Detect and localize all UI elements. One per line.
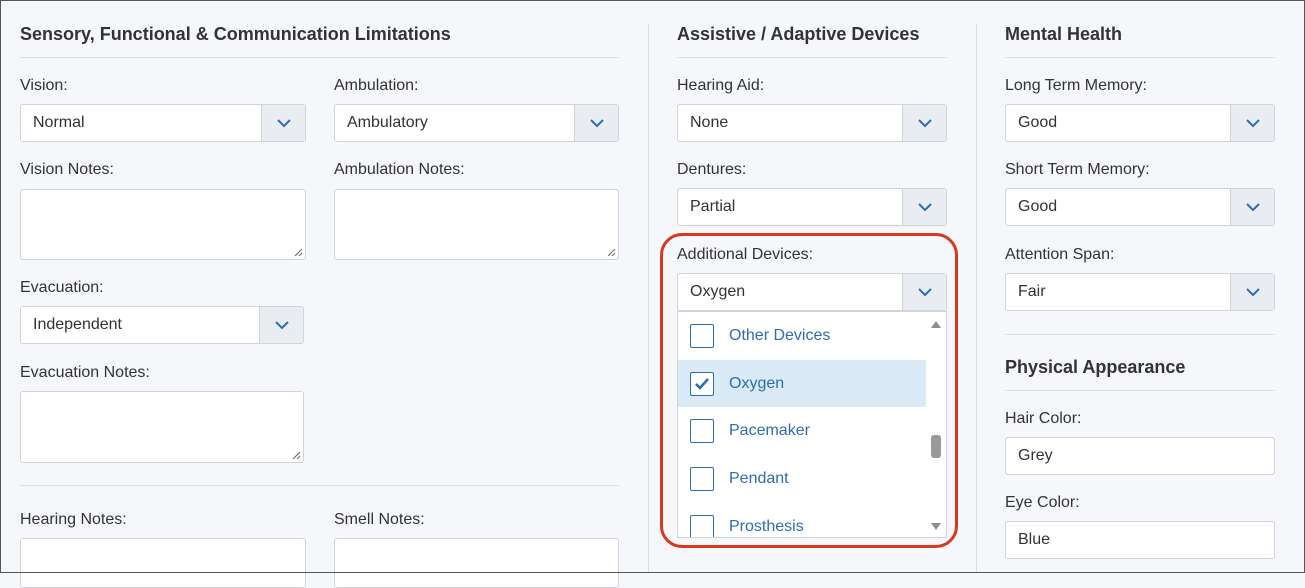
sensory-section-title: Sensory, Functional & Communication Limi… [20,24,451,44]
ambulation-label: Ambulation: [334,77,419,94]
long-term-memory-label: Long Term Memory: [1005,77,1147,94]
ambulation-value: Ambulatory [347,114,428,131]
divider [1005,390,1275,391]
chevron-down-icon[interactable] [1230,189,1274,225]
vision-notes-textarea[interactable] [20,189,306,260]
chevron-down-icon[interactable] [902,274,946,310]
long-term-memory-value: Good [1018,114,1058,131]
ambulation-notes-label: Ambulation Notes: [334,161,465,178]
option-label: Pacemaker [729,421,810,439]
ambulation-select[interactable]: Ambulatory [334,104,619,142]
option-label: Pendant [729,469,789,487]
resize-grip-icon[interactable] [294,248,303,257]
chevron-down-icon[interactable] [259,307,303,343]
hearing-notes-label: Hearing Notes: [20,511,127,528]
column-divider [648,24,649,573]
divider [1005,57,1275,58]
checkmark-icon [695,377,709,390]
evacuation-value: Independent [33,316,122,333]
checkbox[interactable] [690,466,714,491]
hearing-notes-textarea[interactable] [20,538,306,588]
evacuation-notes-label: Evacuation Notes: [20,364,150,381]
divider [1005,334,1275,335]
short-term-memory-select[interactable]: Good [1005,188,1275,226]
physical-appearance-section-title: Physical Appearance [1005,357,1186,377]
evacuation-notes-textarea[interactable] [20,391,304,463]
column-divider [976,24,977,573]
attention-span-select[interactable]: Fair [1005,273,1275,311]
option-other-devices[interactable]: Other Devices [678,312,927,359]
scroll-down-arrow-icon[interactable] [930,522,942,531]
additional-devices-dropdown[interactable]: Other Devices Oxygen Pacemaker Pendant P… [677,311,947,538]
dropdown-scrollbar[interactable] [926,312,946,537]
evacuation-select[interactable]: Independent [20,306,304,344]
short-term-memory-label: Short Term Memory: [1005,161,1150,178]
option-pendant[interactable]: Pendant [678,455,927,502]
option-oxygen[interactable]: Oxygen [678,360,927,407]
long-term-memory-select[interactable]: Good [1005,104,1275,142]
dentures-value: Partial [690,198,736,215]
additional-devices-label: Additional Devices: [677,246,814,263]
ambulation-notes-textarea[interactable] [334,189,619,260]
hearing-aid-label: Hearing Aid: [677,77,765,94]
short-term-memory-value: Good [1018,198,1058,215]
dentures-label: Dentures: [677,161,747,178]
attention-span-label: Attention Span: [1005,246,1115,263]
chevron-down-icon[interactable] [1230,105,1274,141]
chevron-down-icon[interactable] [1230,274,1274,310]
eye-color-label: Eye Color: [1005,494,1080,511]
vision-select[interactable]: Normal [20,104,306,142]
option-label: Oxygen [729,374,785,392]
dentures-select[interactable]: Partial [677,188,947,226]
resize-grip-icon[interactable] [607,248,616,257]
additional-devices-value: Oxygen [690,283,746,300]
eye-color-input[interactable]: Blue [1005,521,1275,559]
option-pacemaker[interactable]: Pacemaker [678,407,927,454]
chevron-down-icon[interactable] [902,105,946,141]
hair-color-input[interactable]: Grey [1005,437,1275,475]
option-prosthesis[interactable]: Prosthesis [678,503,927,537]
devices-section-title: Assistive / Adaptive Devices [677,24,920,44]
vision-label: Vision: [20,77,68,94]
mental-health-section-title: Mental Health [1005,24,1123,44]
chevron-down-icon[interactable] [902,189,946,225]
scroll-up-arrow-icon[interactable] [930,320,942,329]
smell-notes-textarea[interactable] [334,538,619,588]
vision-value: Normal [33,114,85,131]
checkbox[interactable] [690,323,714,348]
divider [677,57,947,58]
divider [20,485,619,486]
vision-notes-label: Vision Notes: [20,161,114,178]
checkbox[interactable] [690,514,714,537]
smell-notes-label: Smell Notes: [334,511,425,528]
checkbox-checked[interactable] [690,371,714,396]
resize-grip-icon[interactable] [292,451,301,460]
attention-span-value: Fair [1018,283,1046,300]
option-label: Prosthesis [729,517,804,535]
additional-devices-select[interactable]: Oxygen [677,273,947,311]
divider [20,57,619,58]
option-label: Other Devices [729,326,831,344]
chevron-down-icon[interactable] [261,105,305,141]
hearing-aid-select[interactable]: None [677,104,947,142]
hair-color-label: Hair Color: [1005,410,1082,427]
checkbox[interactable] [690,418,714,443]
evacuation-label: Evacuation: [20,279,104,296]
chevron-down-icon[interactable] [574,105,618,141]
hearing-aid-value: None [690,114,729,131]
scrollbar-thumb[interactable] [931,435,941,458]
